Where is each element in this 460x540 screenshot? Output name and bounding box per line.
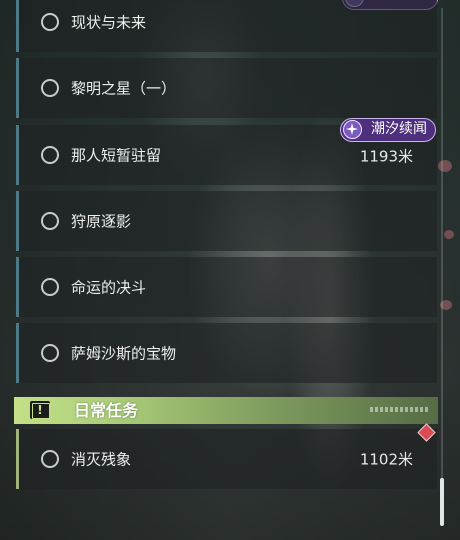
circle-outline-icon [41,450,59,468]
quest-title: 萨姆沙斯的宝物 [71,344,177,363]
circle-outline-icon [41,212,59,230]
daily-quests-header[interactable]: 日常任务 [14,397,438,424]
circle-outline-icon [41,13,59,31]
daily-quest-item[interactable]: 消灭残象 1102米 [16,429,437,489]
quest-item[interactable]: 萨姆沙斯的宝物 [16,323,437,383]
badge-label: 潮汐续闻 [371,121,427,137]
tidal-sequel-badge: 潮汐续闻 [340,118,436,142]
quest-distance: 1102米 [359,450,413,469]
category-title: 日常任务 [74,401,139,420]
scrollbar-thumb[interactable] [440,478,444,526]
quest-title: 狩原逐影 [71,212,132,231]
quest-item[interactable]: 黎明之星（一） [16,58,437,118]
quest-item[interactable]: 狩原逐影 [16,191,437,251]
quest-item[interactable]: 命运的决斗 [16,257,437,317]
circle-outline-icon [41,79,59,97]
exclamation-box-icon [30,401,50,419]
circle-outline-icon [41,146,59,164]
quest-title: 消灭残象 [71,450,132,469]
quest-item[interactable]: 现状与未来 [16,0,437,52]
quest-distance: 1193米 [359,147,413,166]
circle-outline-icon [41,344,59,362]
circle-outline-icon [41,278,59,296]
quest-title: 黎明之星（一） [71,79,177,98]
blossom-decoration [444,230,454,239]
quest-title: 那人短暂驻留 [71,146,162,165]
tidal-sequel-badge-icon [343,120,362,139]
header-decoration [370,407,430,412]
quest-title: 命运的决斗 [71,278,147,297]
quest-title: 现状与未来 [71,13,147,32]
scrollbar-track[interactable] [441,8,443,526]
